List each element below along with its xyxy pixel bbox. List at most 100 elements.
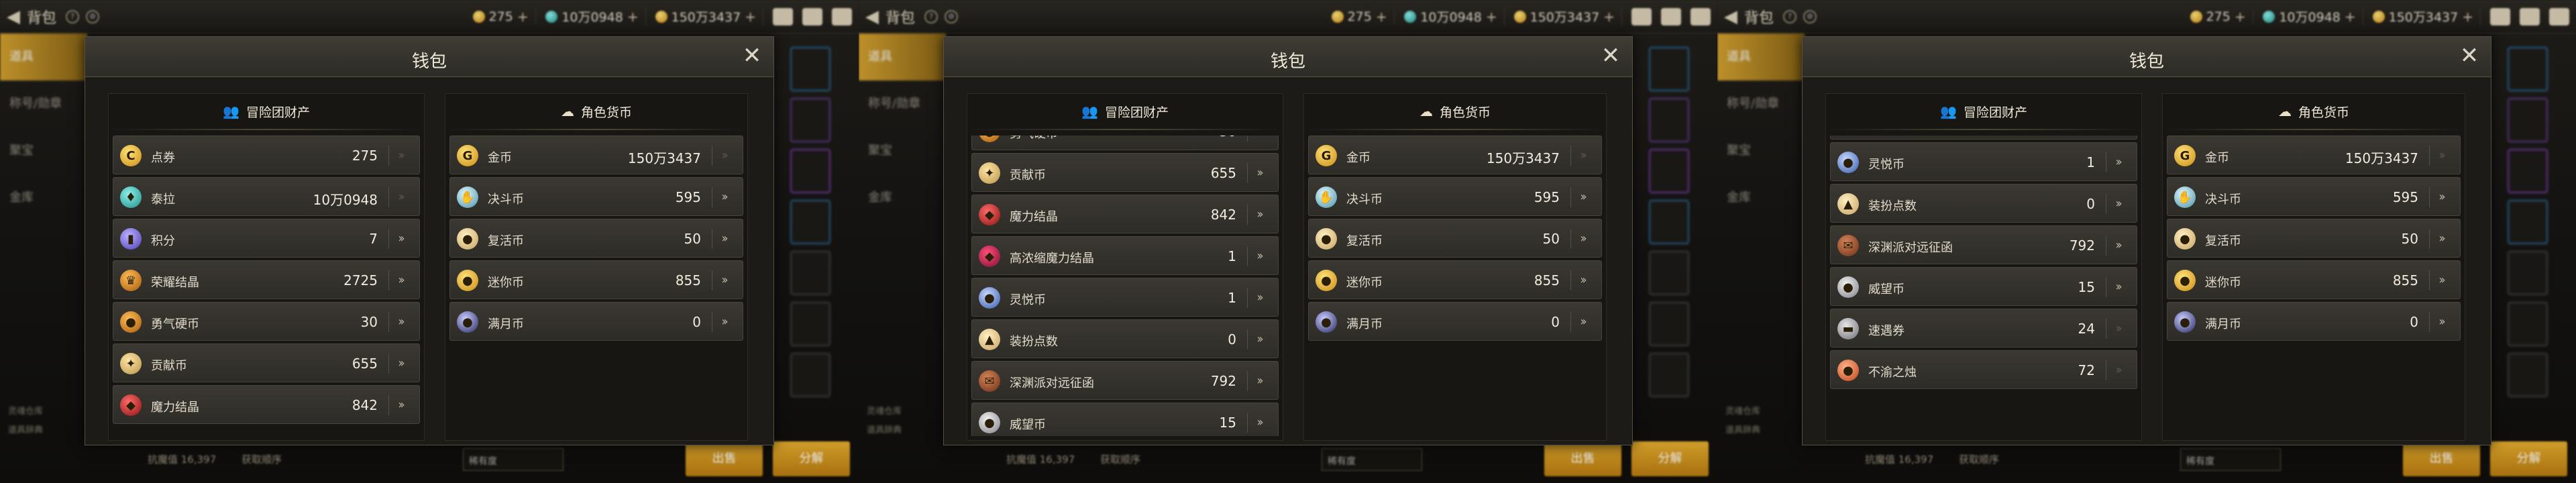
chevron-right-icon[interactable]: ›› [2429, 270, 2452, 290]
account-currency-list[interactable]: ●勇气硬币30››✦贡献币655››◆魔力结晶842››◆高浓缩魔力结晶1››●… [971, 136, 1279, 436]
back-arrow-icon[interactable]: ◀ [0, 7, 27, 27]
chevron-right-icon[interactable]: ›› [388, 312, 411, 332]
chevron-right-icon[interactable]: ›› [712, 229, 735, 249]
inventory-slot[interactable] [2508, 302, 2548, 346]
add-dc-button[interactable]: + [2235, 9, 2246, 25]
disassemble-button[interactable]: 分解 [1631, 441, 1709, 476]
inventory-slot[interactable] [1649, 302, 1689, 346]
sidebar-item-items[interactable]: 道具 [1717, 34, 1805, 80]
inventory-slot[interactable] [790, 302, 830, 346]
close-icon[interactable]: ✕ [1599, 44, 1623, 69]
chevron-right-icon[interactable]: ›› [1570, 312, 1593, 332]
settings-icon[interactable]: ⚙ [1803, 9, 1817, 23]
add-gold-button[interactable]: + [1603, 9, 1615, 25]
chevron-right-icon[interactable]: ›› [1570, 270, 1593, 290]
chevron-right-icon[interactable]: ›› [2429, 229, 2452, 249]
chevron-right-icon[interactable]: ›› [388, 354, 411, 374]
sort-order-toggle[interactable]: 获取顺序 [1100, 452, 1140, 466]
inventory-slot[interactable] [790, 200, 830, 244]
chevron-right-icon[interactable]: ›› [1247, 136, 1270, 142]
add-tera-button[interactable]: + [1486, 9, 1497, 25]
mail-icon[interactable] [802, 7, 822, 25]
chevron-right-icon[interactable]: ›› [2106, 194, 2129, 214]
chevron-right-icon[interactable]: ›› [1247, 205, 1270, 225]
close-icon[interactable]: ✕ [740, 44, 764, 69]
mail-icon[interactable] [2520, 7, 2540, 25]
menu-icon[interactable] [2549, 7, 2569, 25]
inventory-slot[interactable] [790, 251, 830, 295]
sell-button[interactable]: 出售 [2403, 441, 2480, 476]
inventory-slot[interactable] [790, 98, 830, 142]
chevron-right-icon[interactable]: ›› [2106, 235, 2129, 256]
sidebar-item-treasure[interactable]: 聚宝 [1717, 127, 1805, 174]
item-dictionary-link[interactable]: 道具辞典 [1725, 423, 1760, 435]
inventory-slot[interactable] [1649, 251, 1689, 295]
shop-icon[interactable] [1631, 7, 1652, 25]
chevron-right-icon[interactable]: ›› [1570, 229, 1593, 249]
settings-icon[interactable]: ⚙ [86, 9, 100, 23]
rarity-select[interactable]: 稀有度 [2180, 448, 2281, 471]
sidebar-item-vault[interactable]: 金库 [0, 174, 87, 221]
chevron-right-icon[interactable]: ›› [388, 270, 411, 290]
sidebar-item-vault[interactable]: 金库 [1717, 174, 1805, 221]
inventory-slot[interactable] [2508, 149, 2548, 193]
sidebar-item-titles[interactable]: 称号/勋章 [859, 80, 946, 127]
disassemble-button[interactable]: 分解 [773, 441, 850, 476]
sidebar-item-titles[interactable]: 称号/勋章 [1717, 80, 1805, 127]
chevron-right-icon[interactable]: ›› [2106, 152, 2129, 172]
chevron-right-icon[interactable]: ›› [1247, 246, 1270, 266]
inventory-slot[interactable] [1649, 353, 1689, 397]
disassemble-button[interactable]: 分解 [2490, 441, 2567, 476]
add-tera-button[interactable]: + [627, 9, 639, 25]
inventory-slot[interactable] [1649, 149, 1689, 193]
sidebar-item-items[interactable]: 道具 [0, 34, 87, 80]
chevron-right-icon[interactable]: ›› [2429, 312, 2452, 332]
rarity-select[interactable]: 稀有度 [1322, 448, 1422, 471]
account-currency-list[interactable]: ◆高浓缩魔力结晶1››●灵悦币1››▲装扮点数0››✉深渊派对远征函792››●… [1830, 136, 2137, 436]
sell-button[interactable]: 出售 [1544, 441, 1621, 476]
menu-icon[interactable] [1690, 7, 1711, 25]
chevron-right-icon[interactable]: ›› [2429, 187, 2452, 207]
chevron-right-icon[interactable]: ›› [1247, 329, 1270, 350]
chevron-right-icon[interactable]: ›› [1247, 288, 1270, 308]
chevron-right-icon[interactable]: ›› [712, 270, 735, 290]
inventory-slot[interactable] [2508, 47, 2548, 91]
sidebar-item-titles[interactable]: 称号/勋章 [0, 80, 87, 127]
inventory-slot[interactable] [2508, 200, 2548, 244]
inventory-slot[interactable] [1649, 200, 1689, 244]
chevron-right-icon[interactable]: ›› [712, 312, 735, 332]
inventory-slot[interactable] [2508, 353, 2548, 397]
sell-button[interactable]: 出售 [686, 441, 763, 476]
chevron-right-icon[interactable]: ›› [1570, 187, 1593, 207]
inventory-slot[interactable] [790, 47, 830, 91]
sort-order-toggle[interactable]: 获取顺序 [1959, 452, 1999, 466]
help-icon[interactable]: ? [1783, 9, 1797, 23]
chevron-right-icon[interactable]: ›› [1247, 163, 1270, 183]
chevron-right-icon[interactable]: ›› [2106, 277, 2129, 297]
add-gold-button[interactable]: + [2462, 9, 2473, 25]
settings-icon[interactable]: ⚙ [945, 9, 959, 23]
soul-storage-link[interactable]: 灵魂仓库 [1725, 404, 1760, 417]
soul-storage-link[interactable]: 灵魂仓库 [8, 404, 43, 417]
chevron-right-icon[interactable]: ›› [388, 395, 411, 415]
sidebar-item-vault[interactable]: 金库 [859, 174, 946, 221]
inventory-slot[interactable] [1649, 98, 1689, 142]
sidebar-item-treasure[interactable]: 聚宝 [859, 127, 946, 174]
inventory-slot[interactable] [1649, 47, 1689, 91]
soul-storage-link[interactable]: 灵魂仓库 [867, 404, 902, 417]
item-dictionary-link[interactable]: 道具辞典 [867, 423, 902, 435]
inventory-slot[interactable] [790, 149, 830, 193]
chevron-right-icon[interactable]: ›› [1247, 371, 1270, 391]
add-dc-button[interactable]: + [1376, 9, 1387, 25]
sidebar-item-items[interactable]: 道具 [859, 34, 946, 80]
help-icon[interactable]: ? [924, 9, 938, 23]
back-arrow-icon[interactable]: ◀ [859, 7, 885, 27]
rarity-select[interactable]: 稀有度 [463, 448, 564, 471]
inventory-slot[interactable] [2508, 98, 2548, 142]
sort-order-toggle[interactable]: 获取顺序 [241, 452, 282, 466]
inventory-slot[interactable] [2508, 251, 2548, 295]
help-icon[interactable]: ? [66, 9, 80, 23]
close-icon[interactable]: ✕ [2457, 44, 2481, 69]
chevron-right-icon[interactable]: ›› [712, 187, 735, 207]
menu-icon[interactable] [832, 7, 852, 25]
